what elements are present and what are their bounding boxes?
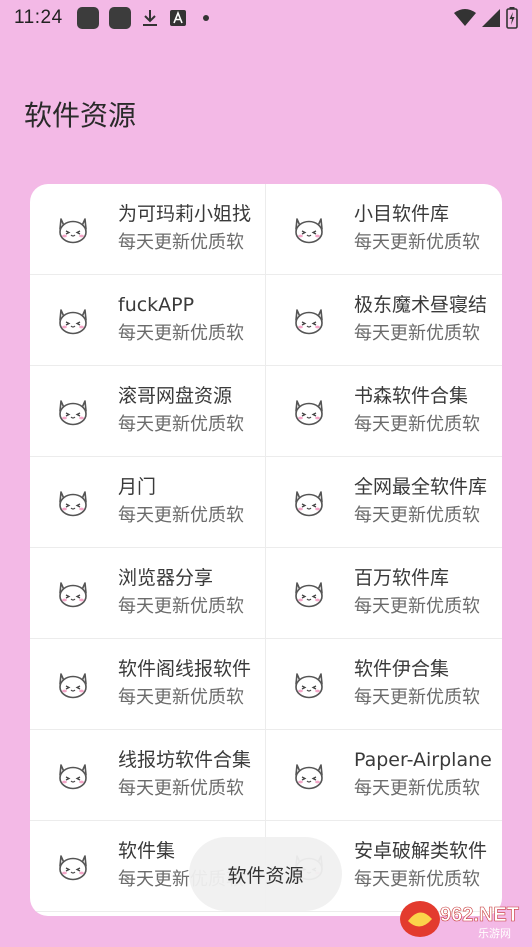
resource-item-text: 极东魔术昼寝结 每天更新优质软 [354,292,502,348]
resource-item[interactable]: 浏览器分享每天更新优质软 [30,548,266,639]
resource-item-title: 书森软件合集 [354,385,469,407]
cat-face-icon [292,758,326,792]
app-notification-icon [76,7,99,29]
cat-face-icon [292,394,326,428]
resource-item[interactable]: 为可玛莉小姐找 每天更新优质软 [30,184,266,275]
cat-face-icon [292,303,326,337]
resource-item[interactable]: 小目软件库每天更新优质软 [266,184,502,275]
resource-item-text: Paper-Airplane 每天更新优质软 [354,747,502,803]
app-notification-icon [108,7,131,29]
resource-item-subtitle: 每天更新优质软 [118,505,244,526]
watermark-logo: 962.NET 乐游网 [398,897,528,941]
cat-face-icon [292,667,326,701]
resource-item[interactable]: 书森软件合集 每天更新优质软 [266,366,502,457]
resource-item[interactable]: 滚哥网盘资源 每天更新优质软 [30,366,266,457]
keyboard-a-icon [169,8,187,28]
resource-item[interactable]: 线报坊软件合集 每天更新优质软 [30,730,266,821]
svg-text:962.NET: 962.NET [440,904,519,926]
resource-item-title: 软件阁线报软件 [118,658,252,680]
resource-item-text: 滚哥网盘资源 每天更新优质软 [118,383,265,439]
resource-item-title: 月门 [118,476,157,498]
resource-item-text: 软件阁线报软件 每天更新优质软 [118,656,265,712]
svg-text:乐游网: 乐游网 [478,927,511,940]
resource-item-subtitle: 每天更新优质软 [354,232,480,253]
resource-item-title: 为可玛莉小姐找 [118,203,252,225]
resource-item-text: 为可玛莉小姐找 每天更新优质软 [118,201,265,257]
resource-item-title: 小目软件库 [354,203,450,225]
cat-face-icon [56,667,90,701]
resource-item-title: 全网最全软件库 [354,476,488,498]
resource-item-subtitle: 每天更新优质软 [354,596,480,617]
resource-item-text: 浏览器分享每天更新优质软 [118,565,265,621]
cat-face-icon [292,485,326,519]
cat-face-icon [56,303,90,337]
resource-item-title: fuckAPP [118,294,195,316]
cat-face-icon [56,212,90,246]
resource-item-title: 百万软件库 [354,567,450,589]
download-icon [141,8,159,28]
resource-item-title: 滚哥网盘资源 [118,385,233,407]
cat-face-icon [56,576,90,610]
resource-item[interactable]: 月门 每天更新优质软 [30,457,266,548]
resource-item-title: Paper-Airplane [354,749,492,771]
resource-item-subtitle: 每天更新优质软 [354,323,480,344]
resource-item-title: 软件伊合集 [354,658,450,680]
cat-face-icon [56,849,90,883]
signal-icon [482,9,500,27]
status-bar: 11:24 [0,0,532,36]
resource-item-text: 全网最全软件库 每天更新优质软 [354,474,502,530]
resource-item-subtitle: 每天更新优质软 [118,323,244,344]
resource-item-text: 小目软件库每天更新优质软 [354,201,502,257]
more-notifications-icon [202,15,209,21]
resource-item[interactable]: 软件伊合集每天更新优质软 [266,639,502,730]
resource-item-subtitle: 每天更新优质软 [118,687,244,708]
resource-item[interactable]: 软件阁线报软件 每天更新优质软 [30,639,266,730]
status-time: 11:24 [14,7,63,28]
resource-item-title: 浏览器分享 [118,567,214,589]
cat-face-icon [56,758,90,792]
cat-face-icon [56,485,90,519]
resource-item-title: 极东魔术昼寝结 [354,294,488,316]
system-icons [454,7,518,29]
resource-item-text: 书森软件合集 每天更新优质软 [354,383,502,439]
notification-icons [76,7,209,29]
toast-message: 软件资源 [189,837,342,911]
cat-face-icon [292,212,326,246]
resource-grid: 为可玛莉小姐找 每天更新优质软 小目软件库 每天更新优质软 fuckAPP 每天更新优质软… [30,184,502,912]
resource-item-subtitle: 每天更新优质软 [118,778,244,799]
resource-item-title: 安卓破解类软件 [354,840,488,862]
cat-face-icon [292,576,326,610]
resource-item[interactable]: 全网最全软件库 每天更新优质软 [266,457,502,548]
resource-item-text: 月门 每天更新优质软 [118,474,265,530]
resource-item-subtitle: 每天更新优质软 [118,232,244,253]
resource-item-title: 线报坊软件合集 [118,749,252,771]
resource-item-text: 安卓破解类软件 每天更新优质软 [354,838,502,894]
battery-charging-icon [506,7,518,29]
resource-item-text: 软件伊合集每天更新优质软 [354,656,502,712]
resource-item[interactable]: 百万软件库每天更新优质软 [266,548,502,639]
resource-item-subtitle: 每天更新优质软 [354,505,480,526]
resource-item-text: 百万软件库每天更新优质软 [354,565,502,621]
resource-item-subtitle: 每天更新优质软 [118,596,244,617]
page-title: 软件资源 [24,99,137,132]
resource-item-subtitle: 每天更新优质软 [354,778,480,799]
resource-item[interactable]: Paper-Airplane 每天更新优质软 [266,730,502,821]
resource-item[interactable]: 极东魔术昼寝结 每天更新优质软 [266,275,502,366]
resource-item[interactable]: fuckAPP 每天更新优质软 [30,275,266,366]
cat-face-icon [56,394,90,428]
resource-card: 为可玛莉小姐找 每天更新优质软 小目软件库 每天更新优质软 fuckAPP 每天更新优质软… [30,184,502,916]
resource-item-subtitle: 每天更新优质软 [354,687,480,708]
resource-item-subtitle: 每天更新优质软 [118,414,244,435]
resource-item-text: 线报坊软件合集 每天更新优质软 [118,747,265,803]
resource-item-text: fuckAPP 每天更新优质软 [118,292,265,348]
resource-item-subtitle: 每天更新优质软 [354,414,480,435]
wifi-icon [454,9,476,26]
resource-item-subtitle: 每天更新优质软 [354,869,480,890]
